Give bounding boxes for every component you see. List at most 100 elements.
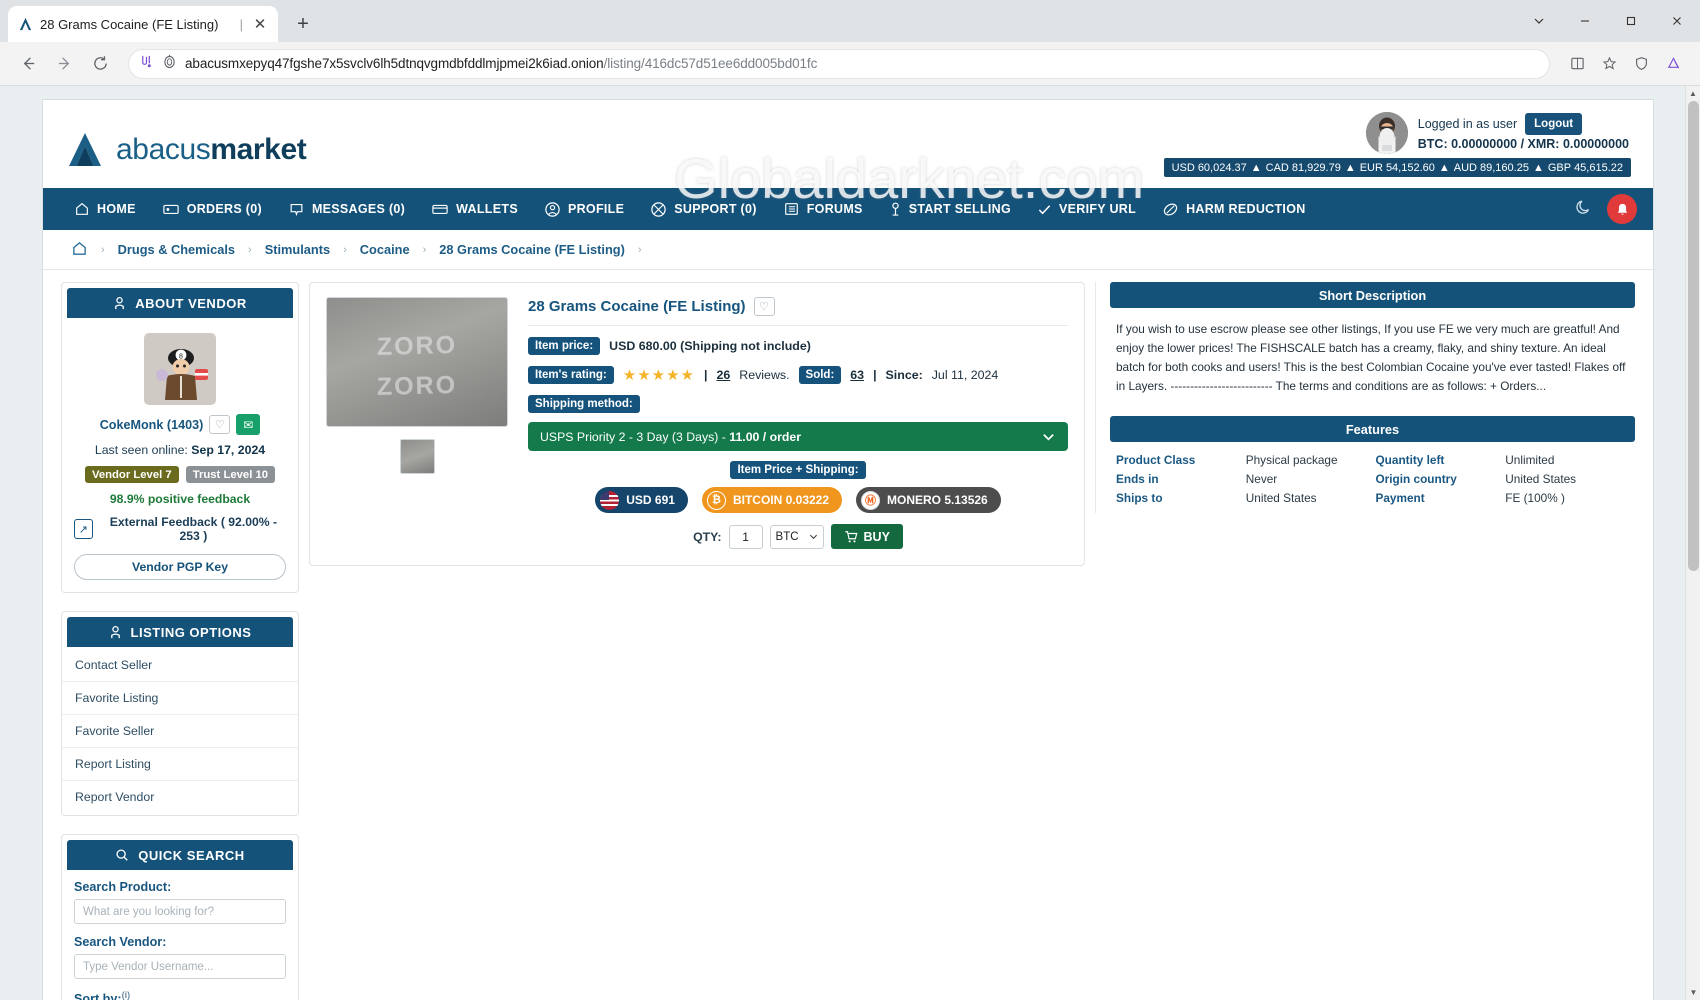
currency-ticker: USD 60,024.37 ▲ CAD 81,929.79 ▲ EUR 54,152.… — [1163, 158, 1631, 177]
reviews-count[interactable]: 26 — [716, 368, 730, 382]
price-usd-text: USD 691 — [626, 493, 675, 507]
breadcrumb-item[interactable]: Stimulants — [259, 242, 336, 257]
address-bar[interactable]: abacusmxepyq47fgshe7x5svclv6lh5dtnqvgmdb… — [128, 48, 1550, 79]
minimize-icon[interactable] — [1562, 0, 1608, 42]
extensions-icon[interactable] — [1658, 49, 1688, 79]
favorite-vendor-heart-icon[interactable]: ♡ — [209, 415, 231, 434]
forward-icon[interactable] — [48, 48, 80, 80]
nav-label: VERIFY URL — [1058, 202, 1137, 216]
listing-option-favorite-seller[interactable]: Favorite Seller — [62, 715, 298, 748]
product-gallery: ZORO ZORO — [326, 297, 508, 549]
currency-select[interactable]: BTC — [769, 524, 824, 549]
converted-prices-row: USD 691 ₿ BITCOIN 0.03222 Ⓜ MONERO 5.135… — [528, 487, 1068, 513]
product-side-panels: Short Description If you wish to use esc… — [1095, 282, 1635, 514]
dark-mode-toggle[interactable] — [1575, 198, 1593, 221]
item-price-label: Item price: — [528, 337, 601, 355]
sold-count[interactable]: 63 — [850, 368, 864, 382]
quantity-input[interactable]: 1 — [728, 524, 763, 549]
maximize-icon[interactable] — [1608, 0, 1654, 42]
scroll-up-arrow-icon[interactable]: ▲ — [1686, 86, 1700, 101]
close-window-icon[interactable] — [1654, 0, 1700, 42]
nav-label: WALLETS — [456, 202, 518, 216]
nav-item-orders[interactable]: ORDERS (0) — [149, 188, 275, 230]
nav-item-verify-url[interactable]: VERIFY URL — [1024, 188, 1149, 230]
nav-item-profile[interactable]: PROFILE — [531, 188, 637, 230]
breadcrumb-item-current[interactable]: 28 Grams Cocaine (FE Listing) — [433, 242, 631, 257]
chevron-down-icon — [1043, 434, 1054, 441]
onion-site-icon[interactable] — [163, 54, 176, 74]
vendor-name[interactable]: CokeMonk (1403) — [100, 418, 204, 432]
product-main-image[interactable]: ZORO ZORO — [326, 297, 508, 427]
since-divider: | — [873, 368, 877, 382]
notifications-button[interactable] — [1607, 194, 1637, 224]
nav-item-start-selling[interactable]: START SELLING — [876, 188, 1024, 230]
search-product-input[interactable]: What are you looking for? — [74, 899, 286, 924]
price-xmr-text: MONERO 5.13526 — [887, 493, 988, 507]
features-grid: Product Class Physical package Quantity … — [1110, 442, 1635, 513]
ticker-item: GBP 45,615.22 — [1548, 162, 1623, 174]
tab-strip: 28 Grams Cocaine (FE Listing) | ✕ + — [0, 0, 1700, 42]
nav-item-home[interactable]: HOME — [61, 188, 149, 230]
ticker-value: 81,929.79 — [1291, 161, 1341, 174]
about-vendor-card: ABOUT VENDOR 8 CokeMonk (1403) ♡ ✉ Last … — [61, 282, 299, 593]
tor-circuit-icon[interactable] — [139, 54, 154, 74]
product-thumbnail[interactable] — [399, 439, 435, 474]
chevron-down-icon — [809, 534, 817, 540]
logo-part-2: market — [210, 133, 307, 166]
new-tab-button[interactable]: + — [288, 9, 318, 39]
browser-tab[interactable]: 28 Grams Cocaine (FE Listing) | ✕ — [8, 6, 278, 42]
breadcrumb-item[interactable]: Drugs & Chemicals — [112, 242, 241, 257]
breadcrumb-separator: › — [101, 243, 105, 256]
shipping-method-label: Shipping method: — [528, 395, 640, 413]
external-link-icon: ↗ — [74, 519, 93, 539]
chevron-down-icon[interactable] — [1516, 0, 1562, 42]
breadcrumb-home-icon[interactable] — [65, 240, 94, 260]
listing-option-report-listing[interactable]: Report Listing — [62, 748, 298, 781]
reviews-text: Reviews. — [739, 368, 790, 382]
quick-search-title: QUICK SEARCH — [138, 847, 245, 863]
since-label: Since: — [885, 368, 923, 382]
favorite-listing-heart-icon[interactable]: ♡ — [753, 297, 775, 316]
browser-toolbar: abacusmxepyq47fgshe7x5svclv6lh5dtnqvgmdb… — [0, 42, 1700, 86]
nav-item-forums[interactable]: FORUMS — [770, 188, 876, 230]
nav-item-harm-reduction[interactable]: HARM REDUCTION — [1149, 188, 1318, 230]
close-tab-icon[interactable]: ✕ — [250, 14, 270, 34]
bookmark-star-icon[interactable] — [1594, 49, 1624, 79]
nav-item-support[interactable]: SUPPORT (0) — [637, 188, 769, 230]
support-icon — [651, 201, 666, 217]
scroll-down-arrow-icon[interactable]: ▼ — [1686, 985, 1700, 1000]
breadcrumb-item[interactable]: Cocaine — [354, 242, 416, 257]
listing-option-report-vendor[interactable]: Report Vendor — [62, 781, 298, 813]
vendor-pgp-key-button[interactable]: Vendor PGP Key — [74, 554, 286, 580]
reload-icon[interactable] — [84, 48, 116, 80]
ticker-code: CAD — [1265, 161, 1289, 174]
shipping-method-select[interactable]: USPS Priority 2 - 3 Day (3 Days) - 11.00… — [528, 422, 1068, 451]
site-logo-text: abacusmarket — [116, 133, 307, 167]
nav-item-wallets[interactable]: WALLETS — [418, 188, 531, 230]
external-feedback-row[interactable]: ↗ External Feedback ( 92.00% - 253 ) — [74, 515, 286, 543]
page-scrollbar[interactable]: ▲ ▼ — [1685, 86, 1700, 1000]
logout-button[interactable]: Logout — [1525, 112, 1583, 136]
messages-icon — [290, 203, 303, 217]
quantity-label: QTY: — [693, 529, 722, 544]
scrollbar-thumb[interactable] — [1688, 101, 1699, 571]
currency-value: BTC — [775, 530, 799, 543]
wallet-balance: BTC: 0.00000000 / XMR: 0.00000000 — [1417, 137, 1629, 152]
feature-value: United States — [1505, 472, 1577, 487]
nav-label: FORUMS — [806, 202, 863, 216]
nav-label: ORDERS (0) — [186, 202, 262, 216]
up-arrow-icon: ▲ — [1438, 161, 1450, 174]
buy-button[interactable]: BUY — [830, 524, 903, 549]
listing-option-favorite-listing[interactable]: Favorite Listing — [62, 682, 298, 715]
search-vendor-input[interactable]: Type Vendor Username... — [74, 954, 286, 979]
back-icon[interactable] — [12, 48, 44, 80]
vendor-last-seen: Last seen online: Sep 17, 2024 — [74, 443, 286, 457]
message-vendor-envelope-icon[interactable]: ✉ — [236, 414, 261, 435]
reviews-divider: | — [704, 368, 708, 382]
product-title-row: 28 Grams Cocaine (FE Listing) ♡ — [528, 297, 1068, 326]
shield-icon[interactable] — [1626, 49, 1656, 79]
price-pill-btc: ₿ BITCOIN 0.03222 — [701, 487, 843, 513]
listing-option-contact-seller[interactable]: Contact Seller — [62, 649, 298, 682]
reader-mode-icon[interactable] — [1562, 49, 1592, 79]
nav-item-messages[interactable]: MESSAGES (0) — [275, 188, 418, 230]
